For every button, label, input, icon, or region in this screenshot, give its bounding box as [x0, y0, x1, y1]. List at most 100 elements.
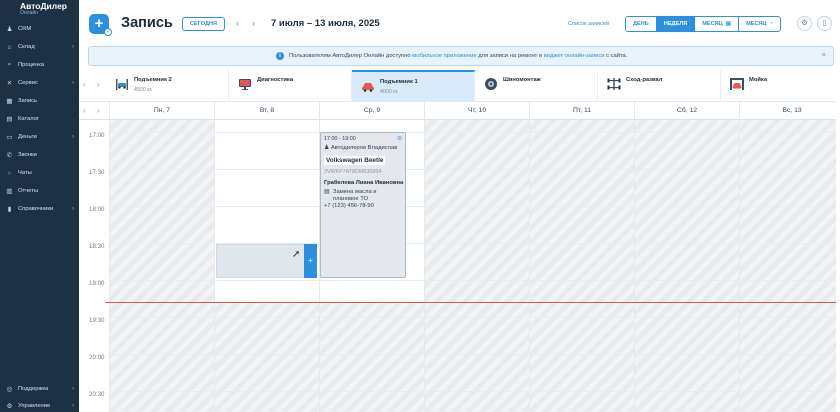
chevron-right-icon: › [72, 44, 74, 50]
column-divider [424, 120, 425, 412]
view-week-button[interactable]: НЕДЕЛЯ [656, 17, 696, 31]
link-icon: ⊘ [396, 136, 402, 142]
day-header-sat: Сб, 12 [634, 102, 739, 120]
resource-lift-2[interactable]: Подъемник 2 4500 кг. [106, 70, 229, 102]
sidebar-item-label: Справочники [18, 206, 54, 212]
current-time-line [105, 302, 836, 303]
sidebar-item-pricing[interactable]: ⌕ Проценка [0, 58, 79, 72]
unavailable-area [529, 120, 634, 412]
sidebar-item-label: Чаты [18, 170, 32, 176]
column-divider [634, 120, 635, 412]
document-icon: ▤ [324, 189, 330, 195]
chart-icon: ▥ [6, 188, 13, 195]
day-header-sun: Вс, 13 [739, 102, 840, 120]
resource-lift-1[interactable]: Подъемник 1 4000 кг. [352, 70, 475, 102]
view-day-button[interactable]: ДЕНЬ [626, 17, 657, 31]
add-slot-button[interactable]: + [304, 244, 317, 278]
unavailable-area [424, 120, 529, 412]
phone-icon: ✆ [6, 152, 13, 159]
time-label: 18:30 [89, 243, 105, 250]
chevron-right-icon: › [72, 386, 74, 392]
sidebar-item-references[interactable]: ▮ Справочники › [0, 202, 79, 216]
appointment-time: 17:00 - 19:00 [324, 136, 356, 142]
unavailable-area [319, 302, 424, 412]
help-icon: ◎ [6, 386, 13, 393]
sidebar-item-label: Сервис [18, 80, 38, 86]
page-title: Запись [121, 15, 173, 31]
column-divider [529, 120, 530, 412]
chat-icon: ○ [7, 169, 12, 177]
info-banner: i Пользователям АвтоДилер Онлайн доступн… [88, 46, 834, 66]
appointment-work: Замена масла и плановое ТО [333, 189, 377, 202]
widget-link[interactable]: виджет онлайн-записи [544, 53, 605, 59]
monitor-icon [239, 79, 251, 90]
time-label: 17:30 [89, 169, 105, 176]
sidebar-item-label: Управление [18, 403, 51, 409]
appointment-card[interactable]: 17:00 - 19:00 ⊘ ♟ Автодилеров Владислав … [320, 132, 406, 278]
calendar-grid[interactable]: 17:00 17:30 18:00 18:30 19:00 19:30 20:0… [79, 120, 836, 412]
car-icon [362, 83, 374, 92]
sidebar-item-crm[interactable]: ♟ CRM [0, 22, 79, 36]
resource-alignment[interactable]: Сход-развал [598, 70, 721, 102]
warehouse-icon: ⌂ [7, 43, 12, 51]
sidebar-item-support[interactable]: ◎ Поддержка › [0, 382, 79, 396]
sidebar-item-warehouse[interactable]: ⌂ Склад › [0, 40, 79, 54]
close-icon[interactable]: × [822, 52, 826, 59]
day-header-mon: Пн, 7 [109, 102, 214, 120]
day-header-row: ‹ › Пн, 7 Вт, 8 Ср, 9 Чт, 10 Пт, 11 Сб, … [79, 102, 836, 120]
mobile-app-link[interactable]: мобильное приложение [412, 53, 476, 59]
resource-tire-service[interactable]: Шиномонтаж [475, 70, 598, 102]
sidebar-item-reports[interactable]: ▥ Отчеты [0, 184, 79, 198]
hour-line [109, 132, 836, 133]
hour-line [109, 317, 836, 318]
info-icon: i [276, 52, 284, 60]
sidebar-item-chats[interactable]: ○ Чаты [0, 166, 79, 180]
view-switcher: ДЕНЬ НЕДЕЛЯ МЕСЯЦ ▤ МЕСЯЦ ◔ [625, 16, 781, 32]
car-wash-icon [730, 78, 744, 90]
book-icon: ▤ [6, 116, 13, 123]
hour-line [109, 354, 836, 355]
resource-car-wash[interactable]: Мойка [721, 70, 840, 102]
sidebar-item-label: Звонки [18, 152, 37, 158]
resource-name: Подъемник 2 [134, 77, 172, 83]
next-week-button[interactable]: › [252, 18, 255, 28]
sidebar-item-money[interactable]: ▭ Деньги › [0, 130, 79, 144]
view-month-bars-button[interactable]: МЕСЯЦ ▤ [695, 17, 740, 31]
calendar-icon: ▦ [6, 98, 13, 105]
prev-resource-button[interactable]: ‹ [83, 80, 86, 89]
view-month-pie-button[interactable]: МЕСЯЦ ◔ [739, 17, 780, 31]
resource-diagnostics[interactable]: Диагностика [229, 70, 352, 102]
bookings-list-link[interactable]: Список записей [568, 21, 609, 27]
sidebar-item-calls[interactable]: ✆ Звонки [0, 148, 79, 162]
column-divider [109, 120, 110, 412]
sidebar-item-label: CRM [18, 26, 32, 32]
chevron-right-icon: › [72, 134, 74, 140]
appointment-master: ♟ Автодилеров Владислав [324, 145, 398, 151]
add-badge-icon: ✓ [104, 28, 112, 36]
next-days-button[interactable]: › [97, 106, 100, 115]
sidebar-item-service[interactable]: ✕ Сервис › [0, 76, 79, 90]
bars-icon: ▤ [725, 21, 732, 27]
prev-days-button[interactable]: ‹ [83, 106, 86, 115]
mobile-app-button[interactable]: ▯ [817, 16, 832, 31]
gear-icon: ⚙ [801, 20, 808, 27]
chevron-right-icon: › [72, 206, 74, 212]
time-label: 20:30 [89, 391, 105, 398]
unavailable-area [214, 302, 319, 412]
lift-icon [116, 79, 128, 90]
hour-line [109, 206, 836, 207]
sidebar-item-booking[interactable]: ▦ Запись [0, 94, 79, 108]
day-header-tue: Вт, 8 [214, 102, 319, 120]
next-resource-button[interactable]: › [97, 80, 100, 89]
time-label: 19:00 [89, 280, 105, 287]
sidebar-item-management[interactable]: ⚙ Управление › [0, 399, 79, 412]
appointment-vin: 3VWFP7AT8DM630954 [324, 169, 382, 175]
resource-capacity: 4000 кг. [380, 89, 399, 95]
settings-button[interactable]: ⚙ [797, 16, 812, 31]
sidebar-item-catalog[interactable]: ▤ Каталог [0, 112, 79, 126]
sidebar-item-label: Склад [18, 44, 35, 50]
app-logo[interactable]: АвтоДилер Онлайн [0, 0, 79, 18]
prev-week-button[interactable]: ‹ [236, 18, 239, 28]
today-button[interactable]: СЕГОДНЯ [182, 17, 225, 31]
sidebar: АвтоДилер Онлайн ♟ CRM ⌂ Склад › ⌕ Проце… [0, 0, 79, 412]
